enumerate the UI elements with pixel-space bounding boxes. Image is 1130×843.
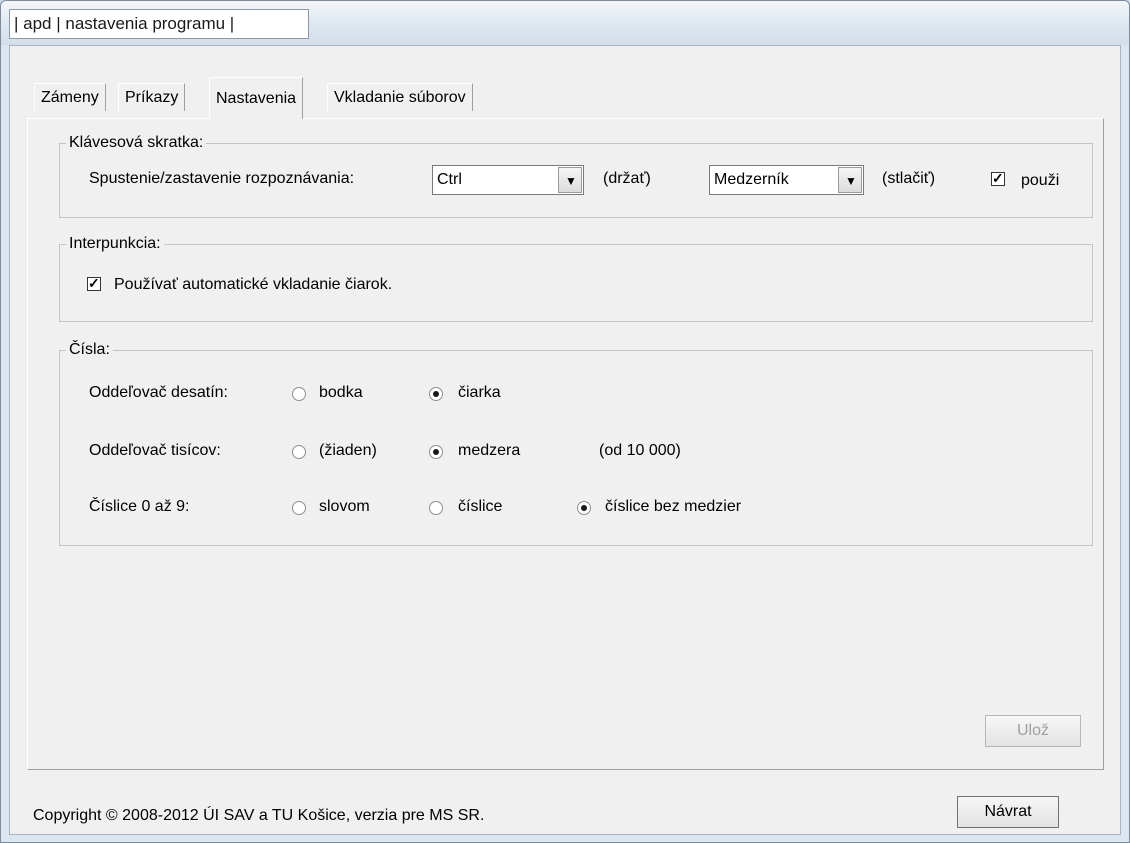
thousands-note: (od 10 000)	[599, 442, 681, 459]
back-button[interactable]: Návrat	[957, 796, 1059, 828]
digits-radio-cislice[interactable]	[429, 501, 443, 515]
thousands-radio-ziaden[interactable]	[292, 445, 306, 459]
chevron-down-icon: ▼	[845, 174, 857, 188]
checkmark-icon: ✓	[88, 275, 100, 291]
tab-label: Príkazy	[125, 89, 179, 106]
key-press-hint: (stlačiť)	[882, 170, 936, 187]
tab-nastavenia[interactable]: Nastavenia	[209, 77, 304, 119]
tab-label: Zámeny	[41, 89, 99, 106]
tab-prikazy[interactable]: Príkazy	[118, 83, 186, 111]
punctuation-group-title: Interpunkcia:	[66, 234, 164, 254]
shortcut-group-title: Klávesová skratka:	[66, 133, 207, 153]
tab-label: Nastavenia	[216, 90, 297, 107]
key-press-value: Medzerník	[714, 171, 789, 188]
save-button[interactable]: Ulož	[985, 715, 1081, 747]
tab-vkladanie-suborov[interactable]: Vkladanie súborov	[327, 83, 473, 111]
digits-option-cislice-bez-medzier: číslice bez medzier	[605, 498, 742, 515]
decimal-option-bodka: bodka	[319, 384, 363, 401]
digits-option-cislice: číslice	[458, 498, 503, 515]
digits-radio-cislice-bez-medzier[interactable]	[577, 501, 591, 515]
title-bar[interactable]: | apd | nastavenia programu |	[1, 1, 1129, 45]
app-window: | apd | nastavenia programu | Zámeny Prí…	[0, 0, 1130, 843]
auto-commas-label: Používať automatické vkladanie čiarok.	[114, 276, 393, 293]
decimal-option-ciarka: čiarka	[458, 384, 501, 401]
shortcut-label: Spustenie/zastavenie rozpoznávania:	[89, 170, 355, 187]
tab-zameny[interactable]: Zámeny	[34, 83, 106, 111]
use-shortcut-checkbox[interactable]: ✓	[991, 170, 1005, 186]
copyright-text: Copyright © 2008-2012 ÚI SAV a TU Košice…	[33, 807, 485, 824]
key-hold-hint: (držať)	[603, 170, 651, 187]
decimal-radio-ciarka[interactable]	[429, 387, 443, 401]
auto-commas-checkbox[interactable]: ✓	[87, 275, 101, 291]
numbers-group-title: Čísla:	[66, 340, 113, 360]
decimal-separator-label: Oddeľovač desatín:	[89, 384, 228, 401]
thousands-option-ziaden: (žiaden)	[319, 442, 377, 459]
thousands-separator-label: Oddeľovač tisícov:	[89, 442, 221, 459]
window-title: | apd | nastavenia programu |	[9, 9, 309, 39]
digits-radio-slovom[interactable]	[292, 501, 306, 515]
chevron-down-icon: ▼	[565, 174, 577, 188]
thousands-radio-medzera[interactable]	[429, 445, 443, 459]
digits-format-label: Číslice 0 až 9:	[89, 498, 190, 515]
key-press-select[interactable]: Medzerník ▼	[709, 165, 864, 195]
key-press-dropdown-button[interactable]: ▼	[838, 167, 862, 193]
digits-option-slovom: slovom	[319, 498, 370, 515]
key-hold-dropdown-button[interactable]: ▼	[558, 167, 582, 193]
use-shortcut-label: použi	[1021, 172, 1060, 189]
decimal-radio-bodka[interactable]	[292, 387, 306, 401]
key-hold-value: Ctrl	[437, 171, 462, 188]
checkmark-icon: ✓	[992, 170, 1004, 186]
key-hold-select[interactable]: Ctrl ▼	[432, 165, 584, 195]
thousands-option-medzera: medzera	[458, 442, 521, 459]
tab-label: Vkladanie súborov	[334, 89, 466, 106]
